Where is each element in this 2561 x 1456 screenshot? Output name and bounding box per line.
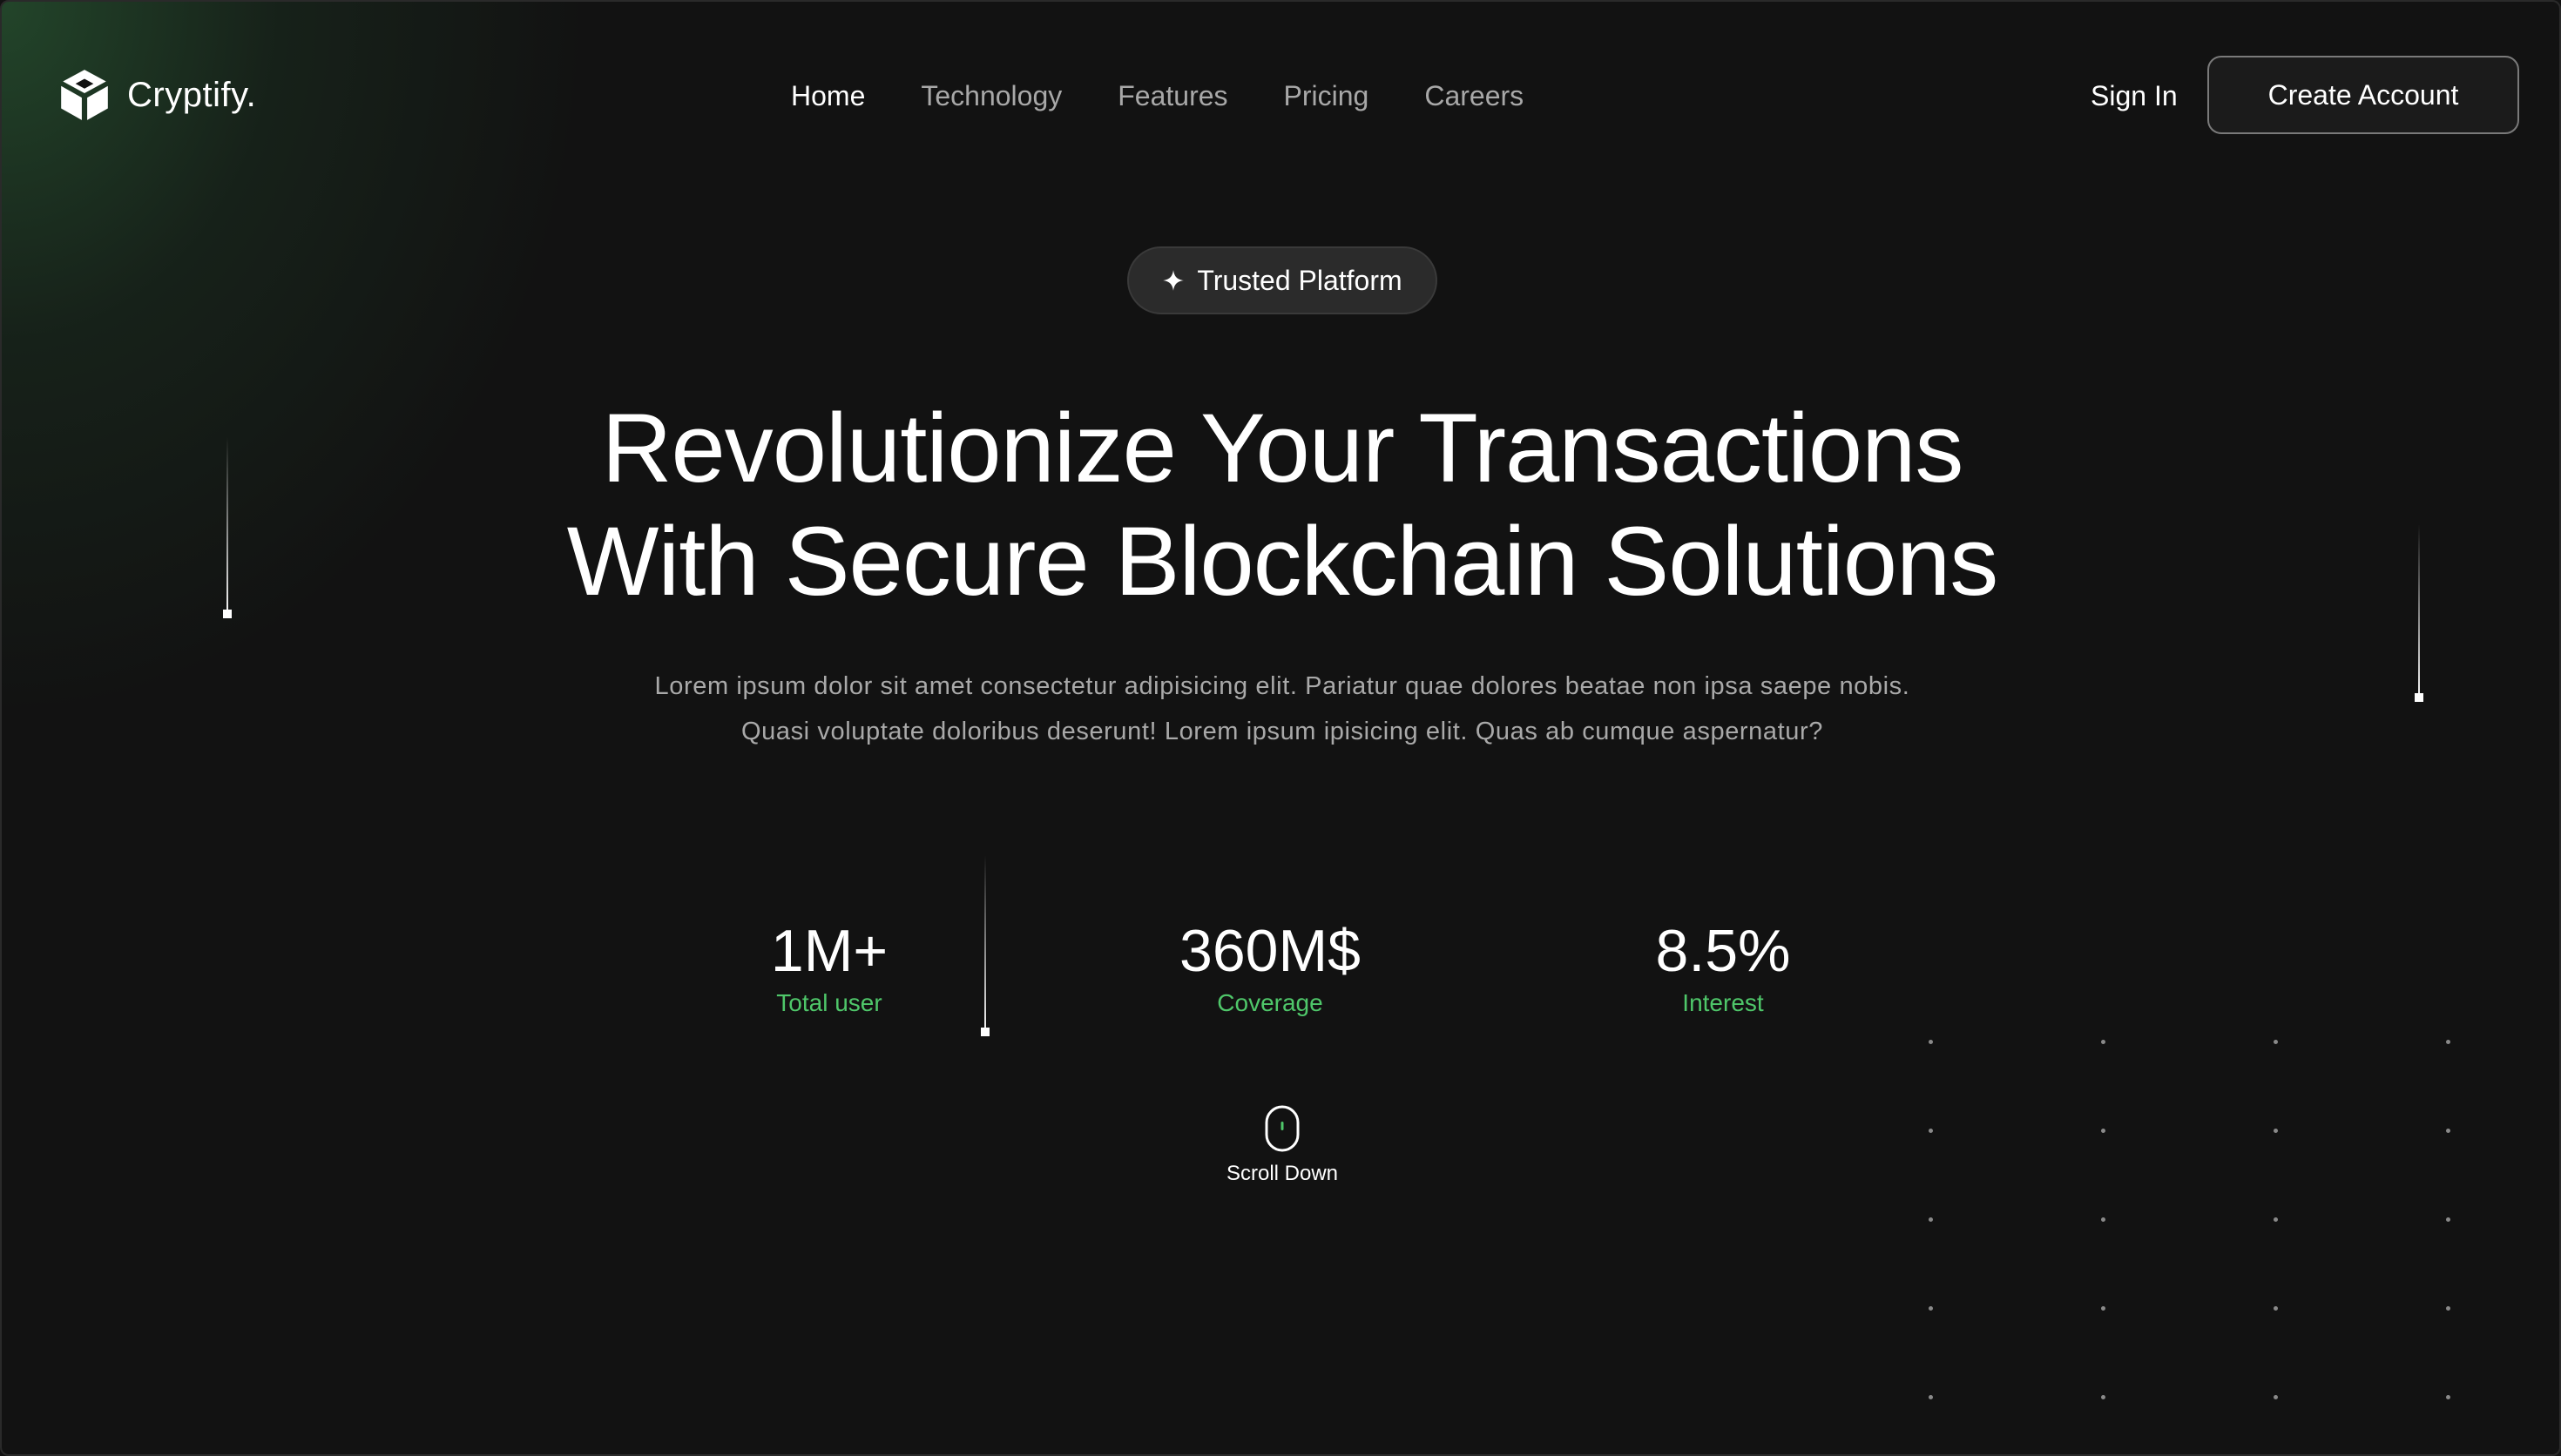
nav-item-features[interactable]: Features [1118,77,1227,115]
hero-headline-line-2: With Secure Blockchain Solutions [566,507,1999,616]
grid-dot [2274,1306,2278,1311]
stat-label: Total user [776,989,882,1016]
nav-item-pricing[interactable]: Pricing [1284,77,1369,115]
grid-dot [1929,1040,1933,1044]
grid-dot [2101,1217,2105,1222]
decorative-line-right [2415,524,2423,702]
decorative-line-left [223,437,232,618]
grid-dot [2446,1395,2450,1399]
grid-dot [2274,1395,2278,1399]
scroll-down-label: Scroll Down [1226,1162,1339,1185]
grid-dot [1929,1395,1933,1399]
grid-dot [1929,1217,1933,1222]
grid-dot [2446,1129,2450,1133]
badge-label: Trusted Platform [1197,264,1402,296]
nav-item-home[interactable]: Home [791,77,865,115]
stat-value: 1M+ [770,918,889,984]
decorative-line-stats [981,855,990,1036]
grid-dot [2446,1217,2450,1222]
hero-headline: Revolutionize Your Transactions With Sec… [2,392,2559,618]
nav-item-technology[interactable]: Technology [921,77,1062,115]
stat-coverage: 360M$ Coverage [1096,916,1444,1019]
nav-item-careers[interactable]: Careers [1424,77,1524,115]
brand-name: Cryptify. [127,75,257,114]
scroll-down-indicator[interactable]: Scroll Down [1195,1104,1369,1188]
stat-value: 8.5% [1655,918,1791,984]
sparkle-icon [1163,270,1185,291]
grid-dot [1929,1129,1933,1133]
grid-dot [2274,1129,2278,1133]
hero-subtext: Lorem ipsum dolor sit amet consectetur a… [654,672,1910,745]
stat-interest: 8.5% Interest [1549,916,1897,1019]
create-account-label: Create Account [2267,78,2459,111]
main-nav: Home Technology Features Pricing Careers [791,77,1524,115]
grid-dot [2101,1129,2105,1133]
landing-page: Cryptify. Home Technology Features Prici… [0,0,2561,1456]
decorative-dot-grid [1929,1040,2451,1405]
hero-headline-line-1: Revolutionize Your Transactions [601,394,1964,502]
sign-in-link[interactable]: Sign In [2091,77,2178,115]
grid-dot [2446,1040,2450,1044]
brand[interactable]: Cryptify. [56,66,256,124]
stat-value: 360M$ [1179,918,1361,984]
grid-dot [2274,1040,2278,1044]
grid-dot [2274,1217,2278,1222]
stat-label: Interest [1682,989,1764,1016]
cube-logo-icon [61,70,108,120]
stat-total-users: 1M+ Total user [655,916,1003,1019]
trusted-platform-badge: Trusted Platform [1127,246,1437,314]
grid-dot [2101,1395,2105,1399]
grid-dot [2101,1040,2105,1044]
mouse-icon [1265,1105,1300,1152]
create-account-button[interactable]: Create Account [2207,56,2519,134]
grid-dot [1929,1306,1933,1311]
stat-label: Coverage [1217,989,1323,1016]
grid-dot [2101,1306,2105,1311]
grid-dot [2446,1306,2450,1311]
